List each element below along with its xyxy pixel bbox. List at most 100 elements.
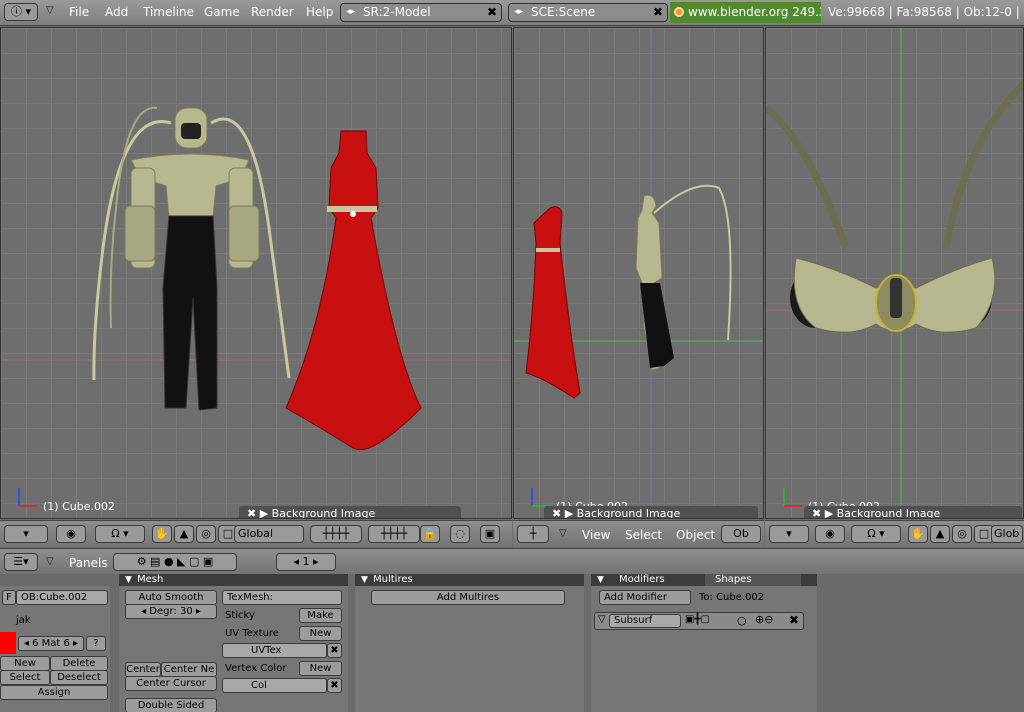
menu-object[interactable]: Object (676, 528, 715, 542)
double-sided-button[interactable]: Double Sided (125, 698, 217, 712)
move-up-down-icon[interactable]: ⊕⊖ (755, 613, 773, 626)
center-cursor-button[interactable]: Center Cursor (125, 676, 217, 691)
hand-icon[interactable]: ✋ (152, 525, 172, 543)
deselect-material-button[interactable]: Deselect (50, 670, 108, 685)
menu-select[interactable]: Select (625, 528, 662, 542)
tab-modifiers[interactable]: Modifiers (619, 574, 665, 586)
user-name-label: jak (16, 615, 31, 626)
object-name-field[interactable]: OB:Cube.002 (16, 590, 108, 605)
degree-field[interactable]: ◂ Degr: 30 ▸ (125, 604, 217, 619)
collapse-icon[interactable]: ▼ (597, 574, 604, 586)
collapse-icon[interactable]: ▼ (361, 574, 368, 586)
new-vertex-color-button[interactable]: New (299, 661, 342, 676)
center-new-button[interactable]: Center Ne (161, 662, 217, 677)
hand-icon[interactable]: ✋ (908, 525, 928, 543)
blender-url[interactable]: www.blender.org 249.2 (670, 2, 821, 23)
editor-type-button[interactable]: ┼ (517, 525, 549, 543)
expand-icon[interactable]: ▽ (598, 614, 606, 625)
editor-type-button[interactable]: ▾ (769, 525, 809, 543)
editor-type-button[interactable]: ☰▾ (4, 553, 38, 571)
delete-uvtex-icon[interactable]: ✖ (327, 643, 342, 658)
updown-arrow-icon: ◂▸ (346, 7, 356, 17)
degree-value: Degr: 30 (149, 606, 193, 617)
auto-smooth-button[interactable]: Auto Smooth (125, 590, 217, 605)
mode-select[interactable]: Ob (721, 525, 761, 543)
new-uv-texture-button[interactable]: New (299, 626, 342, 641)
collapse-menu-icon[interactable]: ▽ (46, 5, 54, 16)
texmesh-field[interactable]: TexMesh: (222, 590, 342, 605)
delete-modifier-icon[interactable]: ✖ (789, 613, 799, 627)
vertex-color-label: Vertex Color (225, 663, 287, 674)
transform-orientation-select[interactable]: Global (234, 525, 304, 543)
collapse-icon[interactable]: ✖ ▶ (247, 507, 272, 518)
frame-number-field[interactable]: ◂ 1 ▸ (276, 553, 336, 571)
mesh-panel-title[interactable]: ▼ Mesh (119, 574, 348, 586)
viewport-side[interactable]: (1) Cube.002 ✖ ▶ Background Image (513, 27, 764, 519)
editor-type-button[interactable]: ⓘ ▾ (4, 3, 38, 21)
menu-help[interactable]: Help (306, 5, 333, 19)
collapse-menu-icon[interactable]: ▽ (559, 528, 567, 539)
background-image-panel[interactable]: ✖ ▶ Background Image (804, 506, 1022, 519)
background-image-panel[interactable]: ✖ ▶ Background Image (544, 506, 758, 518)
render-icon[interactable]: ◌ (450, 525, 470, 543)
tab-shapes[interactable]: Shapes (705, 574, 801, 586)
collapse-icon[interactable]: ✖ ▶ (552, 507, 577, 518)
col-field[interactable]: Col (222, 678, 327, 693)
center-button[interactable]: Center (125, 662, 161, 677)
menu-file[interactable]: File (69, 5, 89, 19)
menu-add[interactable]: Add (105, 5, 128, 19)
double-sided-label: Double Sided (137, 700, 205, 711)
select-label: Select (9, 672, 41, 683)
layer-buttons-2[interactable]: ┼┼┼┼ (368, 525, 420, 543)
rotate-icon[interactable]: ◎ (196, 525, 216, 543)
viewport-front[interactable]: (1) Cube.002 ✖ ▶ Background Image (0, 27, 512, 519)
menu-game[interactable]: Game (204, 5, 240, 19)
transform-orientation-select[interactable]: Glob (991, 525, 1023, 543)
background-image-label: Background Image (836, 507, 941, 519)
collapse-menu-icon[interactable]: ▽ (46, 556, 54, 567)
fake-user-button[interactable]: F (2, 590, 16, 605)
close-icon[interactable]: ✖ (651, 4, 665, 21)
delete-material-button[interactable]: Delete (50, 656, 108, 671)
menu-view[interactable]: View (582, 528, 610, 542)
close-icon[interactable]: ✖ (485, 4, 499, 21)
make-sticky-button[interactable]: Make (299, 608, 342, 623)
mode-select-icon[interactable]: ◉ (56, 525, 86, 543)
collapse-icon[interactable]: ▼ (125, 574, 132, 586)
new-material-button[interactable]: New (0, 656, 50, 671)
pivot-select-icon[interactable]: Ω ▾ (95, 525, 145, 543)
scene-selector[interactable]: ◂▸ SCE:Scene ✖ (508, 3, 668, 22)
viewport-top[interactable]: (1) Cube.002 ✖ ▶ Background Image (765, 27, 1024, 519)
add-modifier-select[interactable]: Add Modifier (599, 590, 691, 605)
rotate-icon[interactable]: ◎ (952, 525, 972, 543)
multires-panel-title[interactable]: ▼ Multires (355, 574, 584, 586)
material-help-button[interactable]: ? (86, 636, 106, 651)
screen-selector[interactable]: ◂▸ SR:2-Model ✖ (340, 3, 502, 22)
mode-select-icon[interactable]: ◉ (815, 525, 845, 543)
panels-menu[interactable]: Panels (69, 556, 108, 570)
material-color-swatch[interactable] (0, 632, 16, 654)
material-help-label: ? (93, 638, 99, 649)
delete-col-icon[interactable]: ✖ (327, 678, 342, 693)
pivot-select-icon[interactable]: Ω ▾ (851, 525, 901, 543)
modifier-name-field[interactable]: Subsurf (609, 614, 681, 628)
modifier-visibility-icons[interactable]: ▣╋▢ (685, 614, 710, 625)
menu-render[interactable]: Render (251, 5, 294, 19)
context-buttons[interactable]: ⚙ ▤ ● ◣ ▢ ▣ (113, 553, 237, 571)
center-cursor-label: Center Cursor (136, 678, 206, 689)
collapse-icon[interactable]: ✖ ▶ (812, 507, 837, 518)
uvtex-field[interactable]: UVTex (222, 643, 327, 658)
translate-icon[interactable]: ▲ (930, 525, 950, 543)
background-image-panel[interactable]: ✖ ▶ Background Image (239, 506, 461, 518)
lock-icon[interactable]: 🔒 (420, 525, 440, 543)
image-icon[interactable]: ▣ (480, 525, 500, 543)
select-material-button[interactable]: Select (0, 670, 50, 685)
assign-material-button[interactable]: Assign (0, 685, 108, 700)
cage-icon[interactable]: ○ (737, 614, 747, 627)
editor-type-button[interactable]: ▾ (4, 525, 48, 543)
layer-buttons[interactable]: ┼┼┼┼ (310, 525, 362, 543)
add-multires-button[interactable]: Add Multires (371, 590, 565, 605)
translate-icon[interactable]: ▲ (174, 525, 194, 543)
material-index-field[interactable]: ◂ 6 Mat 6 ▸ (18, 636, 84, 651)
menu-timeline[interactable]: Timeline (143, 5, 194, 19)
